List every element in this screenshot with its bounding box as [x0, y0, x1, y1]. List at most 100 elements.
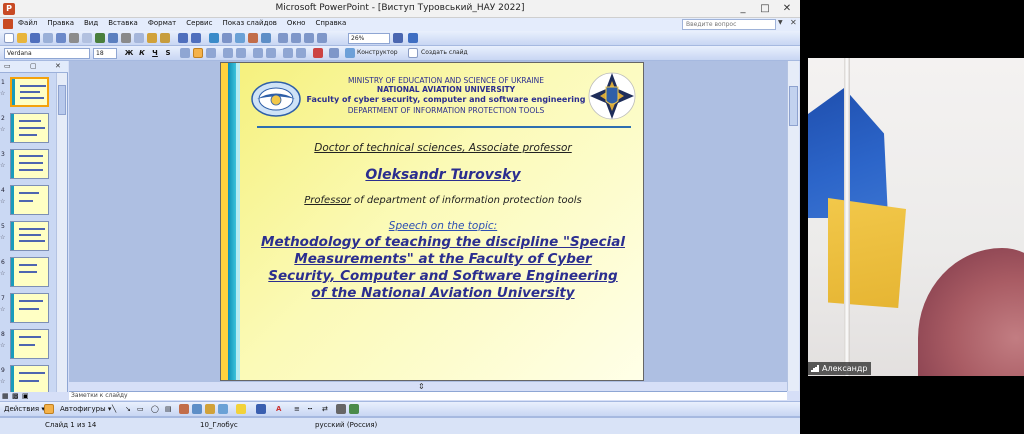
shadow-button[interactable]: S [163, 48, 173, 58]
select-pointer-icon[interactable] [44, 404, 54, 414]
insert-table-icon[interactable] [222, 33, 232, 43]
grid-icon[interactable] [304, 33, 314, 43]
3d-style-icon[interactable] [349, 404, 359, 414]
print-preview-icon[interactable] [82, 33, 92, 43]
scrollbar-thumb[interactable] [58, 85, 66, 115]
wordart-icon[interactable] [179, 404, 189, 414]
slide-thumbnail[interactable]: 8 ☆ [0, 329, 56, 363]
slide-thumbnail[interactable]: 7 ☆ [0, 293, 56, 327]
menu-edit[interactable]: Правка [47, 19, 74, 27]
font-size-select[interactable]: 18 [93, 48, 117, 59]
align-center-icon[interactable] [193, 48, 203, 58]
new-slide-button[interactable]: Создать слайд [421, 49, 468, 56]
expand-all-icon[interactable] [278, 33, 288, 43]
new-document-icon[interactable] [4, 33, 14, 43]
copy-icon[interactable] [134, 33, 144, 43]
bold-button[interactable]: Ж [124, 48, 134, 58]
slide-scrollbar[interactable] [787, 61, 799, 391]
scrollbar-thumb[interactable] [789, 86, 798, 126]
chevron-down-icon[interactable] [329, 48, 339, 58]
paste-icon[interactable] [147, 33, 157, 43]
research-icon[interactable] [108, 33, 118, 43]
slides-pane-scrollbar[interactable] [56, 73, 67, 392]
insert-chart-icon[interactable] [209, 33, 219, 43]
decrease-indent-icon[interactable] [283, 48, 293, 58]
slideshow-view-icon[interactable]: ▣ [22, 392, 29, 400]
menu-file[interactable]: Файл [18, 19, 37, 27]
diagram-icon[interactable] [192, 404, 202, 414]
help-icon[interactable] [393, 33, 403, 43]
redo-icon[interactable] [191, 33, 201, 43]
pane-splitter-icon[interactable]: ⇕ [418, 382, 425, 391]
designer-icon[interactable] [345, 48, 355, 58]
notes-pane[interactable]: Заметки к слайду [69, 391, 787, 400]
numbering-icon[interactable] [223, 48, 233, 58]
sorter-view-icon[interactable]: ▩ [12, 392, 19, 400]
font-color-icon[interactable] [313, 48, 323, 58]
cut-icon[interactable] [121, 33, 131, 43]
font-color-icon[interactable]: A [276, 405, 281, 413]
document-icon[interactable] [3, 19, 13, 29]
permission-icon[interactable] [43, 33, 53, 43]
insert-picture-icon[interactable] [235, 33, 245, 43]
increase-indent-icon[interactable] [296, 48, 306, 58]
close-button[interactable]: ✕ [776, 1, 798, 16]
insert-wordart-icon[interactable] [248, 33, 258, 43]
menu-help[interactable]: Справка [315, 19, 346, 27]
clipart-icon[interactable] [205, 404, 215, 414]
minimize-button[interactable]: _ [732, 1, 754, 16]
participant-video[interactable] [808, 58, 1024, 376]
align-left-icon[interactable] [180, 48, 190, 58]
toolbar-options-icon[interactable] [408, 33, 418, 43]
arrow-tool-icon[interactable]: ↘ [125, 405, 131, 413]
slide-thumbnail[interactable]: 5 ☆ [0, 221, 56, 255]
zoom-select[interactable]: 26% [348, 33, 390, 44]
actions-menu[interactable]: Действия ▾ [4, 405, 45, 413]
menu-view[interactable]: Вид [84, 19, 98, 27]
textbox-tool-icon[interactable]: ▤ [165, 405, 172, 413]
save-icon[interactable] [30, 33, 40, 43]
outline-tab-icon[interactable]: ▭ [4, 62, 11, 70]
line-color-icon[interactable] [256, 404, 266, 414]
shadow-style-icon[interactable] [336, 404, 346, 414]
picture-icon[interactable] [218, 404, 228, 414]
italic-button[interactable]: К [137, 48, 147, 58]
slides-tab-icon[interactable]: ▢ [30, 62, 37, 70]
open-folder-icon[interactable] [17, 33, 27, 43]
normal-view-icon[interactable]: ▦ [2, 392, 9, 400]
underline-button[interactable]: Ч [150, 48, 160, 58]
menu-tools[interactable]: Сервис [186, 19, 212, 27]
rectangle-tool-icon[interactable]: ▭ [137, 405, 144, 413]
designer-button[interactable]: Конструктор [357, 49, 398, 56]
slide-thumbnail[interactable]: 3 ☆ [0, 149, 56, 183]
maximize-button[interactable]: □ [754, 1, 776, 16]
slide-thumbnail[interactable]: 6 ☆ [0, 257, 56, 291]
current-slide[interactable]: MINISTRY OF EDUCATION AND SCIENCE OF UKR… [220, 62, 644, 381]
slide-thumbnail[interactable]: 4 ☆ [0, 185, 56, 219]
menu-format[interactable]: Формат [148, 19, 176, 27]
email-icon[interactable] [56, 33, 66, 43]
autoshapes-menu[interactable]: Автофигуры ▾ [60, 405, 111, 413]
align-right-icon[interactable] [206, 48, 216, 58]
help-search-input[interactable]: Введите вопрос [682, 19, 776, 30]
increase-font-icon[interactable] [253, 48, 263, 58]
arrow-style-icon[interactable]: ⇄ [322, 405, 328, 413]
decrease-font-icon[interactable] [266, 48, 276, 58]
menu-slideshow[interactable]: Показ слайдов [222, 19, 276, 27]
show-formatting-icon[interactable] [291, 33, 301, 43]
slide-thumbnail[interactable]: 1 ☆ [0, 77, 56, 111]
line-style-icon[interactable]: ≡ [294, 405, 300, 413]
dash-style-icon[interactable]: ┅ [308, 405, 312, 413]
document-close-icon[interactable]: ✕ [790, 18, 797, 27]
line-tool-icon[interactable]: ╲ [112, 405, 116, 413]
undo-icon[interactable] [178, 33, 188, 43]
print-icon[interactable] [69, 33, 79, 43]
format-painter-icon[interactable] [160, 33, 170, 43]
spelling-icon[interactable] [95, 33, 105, 43]
insert-diagram-icon[interactable] [261, 33, 271, 43]
slide-thumbnail[interactable]: 2 ☆ [0, 113, 56, 147]
color-grayscale-icon[interactable] [317, 33, 327, 43]
menu-insert[interactable]: Вставка [108, 19, 138, 27]
font-name-select[interactable]: Verdana [4, 48, 90, 59]
chevron-down-icon[interactable]: ▼ [778, 19, 783, 26]
